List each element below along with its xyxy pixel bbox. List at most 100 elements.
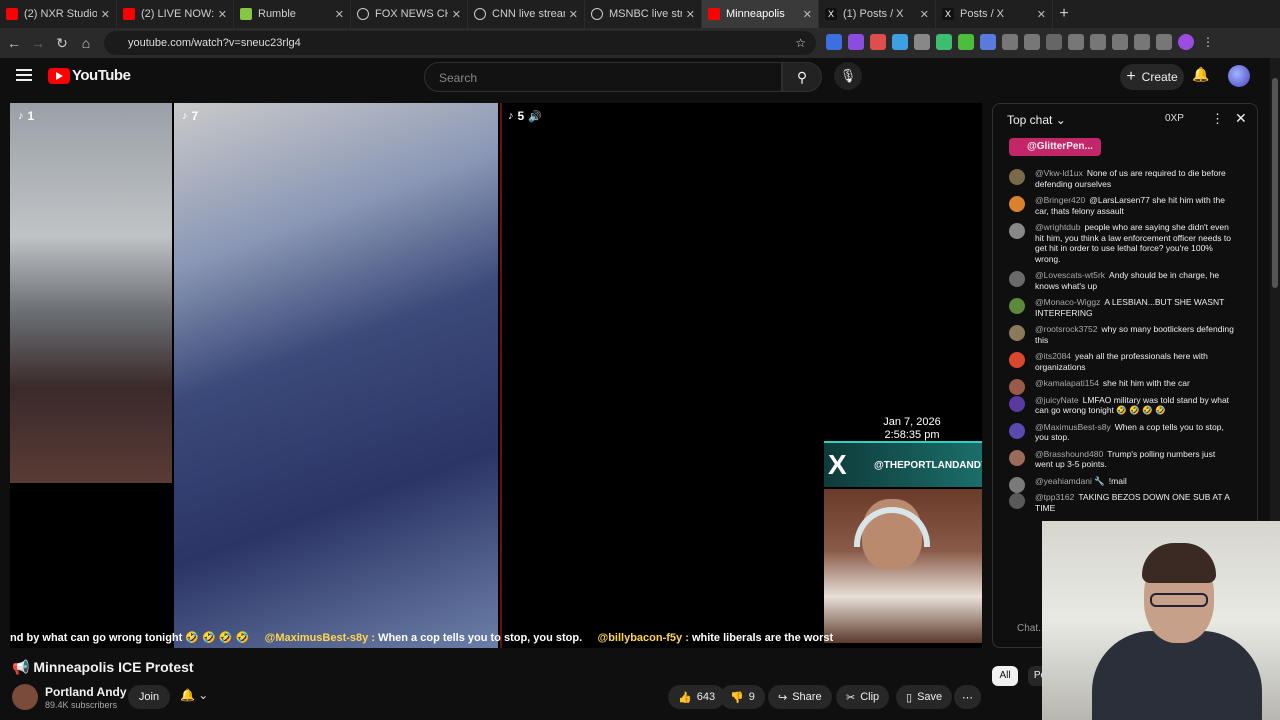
chat-username[interactable]: @juicyNate [1035,395,1079,405]
chat-avatar[interactable] [1009,271,1025,287]
close-chat-icon[interactable]: ✕ [1235,110,1247,127]
kebab-menu-icon[interactable]: ⋮ [1200,34,1216,50]
youtube-logo[interactable]: YouTube [48,67,131,84]
chat-avatar[interactable] [1009,493,1025,509]
chat-username[interactable]: @Monaco-Wiggz [1035,297,1100,307]
chat-message[interactable]: @Lovescats-wt5rk Andy should be in charge… [993,268,1257,295]
extension-icon[interactable] [1024,34,1040,50]
browser-tab[interactable]: (2) NXR Studios - Yo✕ [0,0,117,28]
close-tab-icon[interactable]: ✕ [1037,8,1046,21]
chat-avatar[interactable] [1009,449,1025,466]
chat-message[interactable]: @wrightdub people who are saying she didn… [993,220,1257,268]
hamburger-menu-icon[interactable] [16,69,32,84]
chat-avatar[interactable] [1009,325,1025,341]
chat-username[interactable]: @yeahiamdani 🔧 [1035,476,1105,486]
notifications-bell-icon[interactable]: 🔔 [1192,66,1209,83]
chat-avatar[interactable] [1009,298,1025,314]
browser-tab-active[interactable]: Minneapolis ✕ [702,0,819,28]
chat-message[interactable]: @its2084 yeah all the professionals here … [993,349,1257,376]
extension-icon[interactable] [870,34,886,50]
account-avatar[interactable] [1228,65,1250,87]
chat-username[interactable]: @its2084 [1035,351,1071,361]
chat-avatar[interactable] [1009,352,1025,368]
browser-tab[interactable]: Rumble ✕ [234,0,351,28]
extension-icon[interactable] [980,34,996,50]
browser-tab[interactable]: FOX NEWS CHANNEL✕ [351,0,468,28]
close-tab-icon[interactable]: ✕ [920,8,929,21]
chat-username[interactable]: @Lovescats-wt5rk [1035,270,1105,280]
extension-icon[interactable] [848,34,864,50]
video-player[interactable]: ♪ 1 ♪ 7 ♪ 5 🔊 Jan 7, 2026 2:58:35 pm X @THEP… [10,103,982,648]
like-button[interactable]: 👍 643 [668,685,726,709]
download-icon[interactable] [1134,34,1150,50]
chat-username[interactable]: @MaximusBest-s8y [1035,422,1111,432]
chat-avatar[interactable] [1009,223,1025,239]
top-chat-dropdown[interactable]: Top chat ⌄ [1007,113,1066,127]
new-tab-button[interactable]: + [1053,5,1075,23]
channel-name[interactable]: Portland Andy [45,685,127,699]
chat-username[interactable]: @Vkw-ld1ux [1035,168,1083,178]
chat-username[interactable]: @Bringer420 [1035,195,1085,205]
extension-icon[interactable] [1002,34,1018,50]
forward-icon[interactable]: → [26,35,50,51]
chat-username[interactable]: @kamalapati154 [1035,378,1099,388]
history-icon[interactable] [1046,34,1062,50]
chat-message[interactable]: @MaximusBest-s8y When a cop tells you to … [993,420,1257,447]
chat-message[interactable]: @Bringer420 @LarsLarsen77 she hit him wit… [993,193,1257,220]
extension-icon[interactable] [914,34,930,50]
chat-avatar[interactable] [1009,422,1025,439]
chat-message[interactable]: @tpp3162 TAKING BEZOS DOWN ONE SUB AT A T… [993,490,1257,517]
chat-message[interactable]: @Monaco-Wiggz A LESBIAN...BUT SHE WASNT I… [993,295,1257,322]
close-tab-icon[interactable]: ✕ [335,8,344,21]
chat-message[interactable]: @Vkw-ld1ux None of us are required to die… [993,166,1257,193]
chat-username[interactable]: @tpp3162 [1035,492,1074,502]
back-icon[interactable]: ← [2,35,26,51]
close-tab-icon[interactable]: ✕ [686,8,695,21]
filter-chip-all[interactable]: All [992,666,1018,686]
clip-button[interactable]: ✂ Clip [836,685,890,709]
chat-avatar[interactable] [1009,196,1025,212]
url-field[interactable]: youtube.com/watch?v=sneuc23rlg4 ☆ [104,31,816,55]
chat-message[interactable]: @kamalapati154 she hit him with the car [993,376,1257,395]
browser-tab[interactable]: CNN live stream - T✕ [468,0,585,28]
chat-avatar[interactable] [1009,169,1025,185]
chat-message[interactable]: @yeahiamdani 🔧 !mail [993,474,1257,493]
devtools-icon[interactable] [1090,34,1106,50]
chat-username[interactable]: @wrightdub [1035,222,1080,232]
chat-username[interactable]: @Brasshound480 [1035,449,1103,459]
close-tab-icon[interactable]: ✕ [569,8,578,21]
browser-tab[interactable]: (2) LIVE NOW: Minn✕ [117,0,234,28]
dislike-button[interactable]: 👎 9 [720,685,765,709]
voice-search-button[interactable]: 🎙 [834,62,862,90]
subscription-bell-icon[interactable]: 🔔 ⌄ [180,688,208,702]
reload-icon[interactable]: ↻ [50,35,74,52]
create-button[interactable]: + Create [1120,64,1184,90]
pinned-user-chip[interactable]: @GlitterPen... [1009,138,1101,156]
chat-avatar[interactable] [1009,395,1025,412]
browser-tab[interactable]: MSNBC live stream✕ [585,0,702,28]
save-button[interactable]: ▯ Save [896,685,953,709]
chat-username[interactable]: @rootsrock3752 [1035,324,1098,334]
extension-icon[interactable] [1068,34,1084,50]
close-tab-icon[interactable]: ✕ [452,8,461,21]
join-button[interactable]: Join [128,685,170,709]
extension-icon[interactable] [826,34,842,50]
sidebar-icon[interactable] [1112,34,1128,50]
more-actions-button[interactable]: ⋯ [954,685,981,709]
close-tab-icon[interactable]: ✕ [218,8,227,21]
xp-badge[interactable]: 0XP [1165,113,1184,124]
extension-icon[interactable] [958,34,974,50]
close-tab-icon[interactable]: ✕ [101,8,110,21]
chat-message[interactable]: @Brasshound480 Trump's polling numbers ju… [993,447,1257,474]
profile-icon[interactable] [1178,34,1194,50]
menu-icon[interactable] [1156,34,1172,50]
extension-icon[interactable] [892,34,908,50]
chat-message[interactable]: @juicyNate LMFAO military was told stand … [993,393,1257,420]
browser-tab[interactable]: X (1) Posts / X ✕ [819,0,936,28]
bookmark-star-icon[interactable]: ☆ [795,36,806,50]
search-button[interactable]: ⚲ [782,62,822,92]
share-button[interactable]: ↪ Share [768,685,832,709]
extension-icon[interactable] [936,34,952,50]
chat-menu-icon[interactable]: ⋮ [1211,111,1224,127]
chat-message[interactable]: @rootsrock3752 why so many bootlickers de… [993,322,1257,349]
